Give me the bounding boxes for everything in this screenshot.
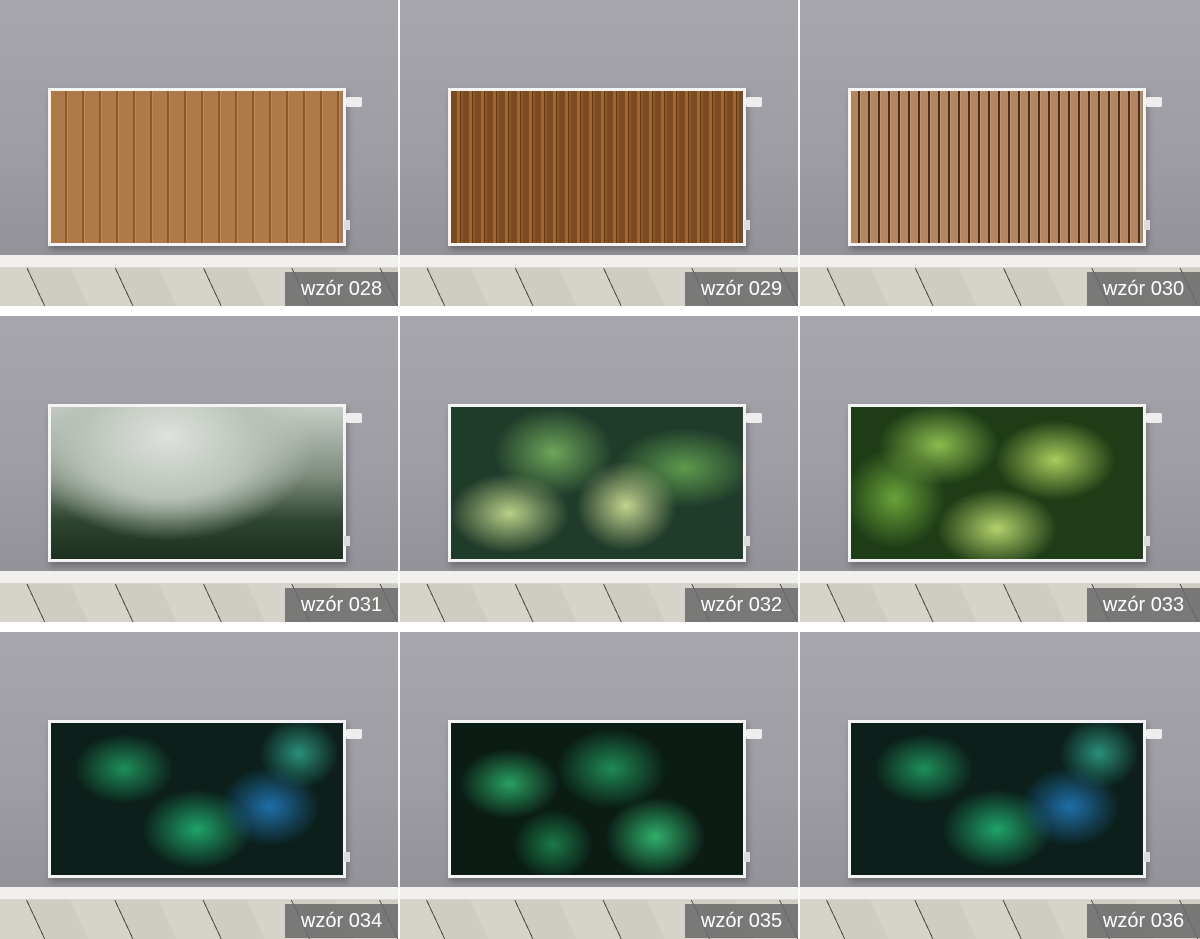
product-tile-029[interactable]: wzór 029 [400, 0, 798, 306]
valve-icon [1146, 97, 1162, 107]
radiator-cover-image [848, 720, 1146, 878]
product-label: wzór 028 [285, 272, 398, 306]
product-tile-033[interactable]: wzór 033 [800, 316, 1200, 622]
valve-icon [346, 729, 362, 739]
radiator-cover-image [448, 720, 746, 878]
valve-icon [346, 413, 362, 423]
product-label: wzór 029 [685, 272, 798, 306]
valve-icon [1146, 413, 1162, 423]
valve-icon [746, 413, 762, 423]
radiator-cover-image [48, 404, 346, 562]
product-tile-036[interactable]: wzór 036 [800, 632, 1200, 939]
valve-icon [746, 729, 762, 739]
valve-icon [746, 97, 762, 107]
product-tile-035[interactable]: wzór 035 [400, 632, 798, 939]
product-label: wzór 034 [285, 904, 398, 938]
product-label: wzór 033 [1087, 588, 1200, 622]
radiator-cover-image [848, 404, 1146, 562]
product-label: wzór 035 [685, 904, 798, 938]
product-tile-028[interactable]: wzór 028 [0, 0, 398, 306]
product-label: wzór 030 [1087, 272, 1200, 306]
valve-icon [346, 97, 362, 107]
radiator-cover-image [448, 88, 746, 246]
valve-icon [1146, 729, 1162, 739]
radiator-cover-image [48, 88, 346, 246]
radiator-cover-image [448, 404, 746, 562]
product-label: wzór 031 [285, 588, 398, 622]
product-grid: wzór 028 wzór 029 wzór 030 wzór 031 wzór… [0, 0, 1200, 939]
product-label: wzór 036 [1087, 904, 1200, 938]
product-label: wzór 032 [685, 588, 798, 622]
radiator-cover-image [848, 88, 1146, 246]
radiator-cover-image [48, 720, 346, 878]
product-tile-030[interactable]: wzór 030 [800, 0, 1200, 306]
product-tile-031[interactable]: wzór 031 [0, 316, 398, 622]
product-tile-032[interactable]: wzór 032 [400, 316, 798, 622]
product-tile-034[interactable]: wzór 034 [0, 632, 398, 939]
